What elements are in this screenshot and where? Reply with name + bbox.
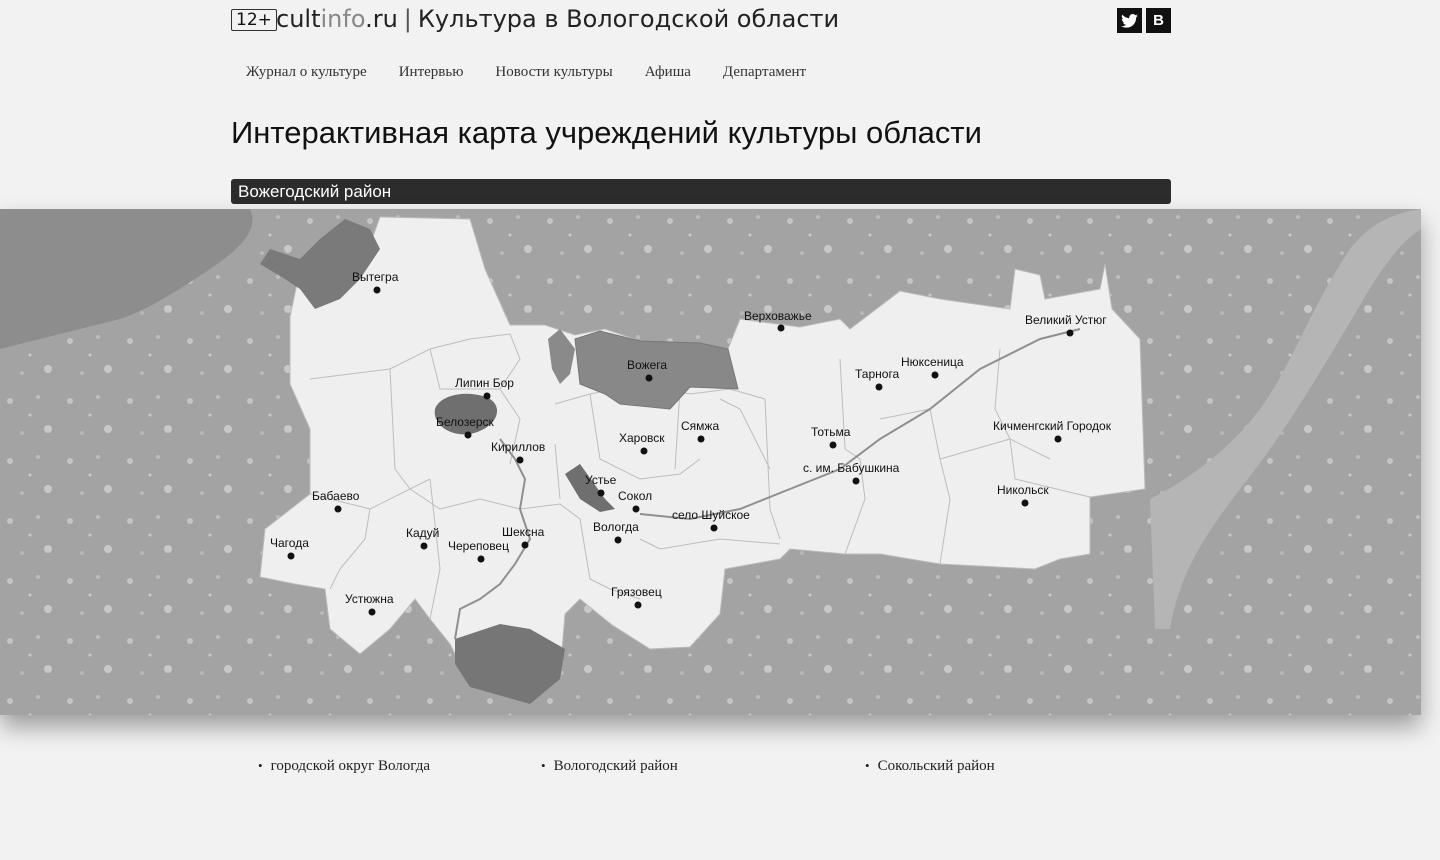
city-marker[interactable] <box>516 456 524 464</box>
city-marker[interactable] <box>1021 499 1029 507</box>
city-marker[interactable] <box>697 435 705 443</box>
city-label: Верховажье <box>744 309 812 323</box>
city-label: Харовск <box>619 431 665 445</box>
city-marker[interactable] <box>483 392 491 400</box>
nav-item-department[interactable]: Департамент <box>723 64 806 88</box>
site-header: 12+ cultinfo.ru | Культура в Вологодской о… <box>231 0 1171 40</box>
city-label: Череповец <box>448 539 509 553</box>
city-marker[interactable] <box>777 324 785 332</box>
city-label: Нюксеница <box>901 355 964 369</box>
list-item-sokolsky[interactable]: Сокольский район <box>865 758 995 775</box>
city-marker[interactable] <box>477 555 485 563</box>
city-label: Белозерск <box>436 415 495 429</box>
city-label: Вологда <box>593 520 639 534</box>
city-label: село Шуйское <box>672 508 750 522</box>
city-label: Великий Устюг <box>1025 313 1107 327</box>
city-marker[interactable] <box>852 477 860 485</box>
city-marker[interactable] <box>614 536 622 544</box>
city-marker[interactable] <box>875 383 883 391</box>
city-label: Грязовец <box>611 585 662 599</box>
city-label: Устюжна <box>345 592 394 606</box>
city-label: Тотьма <box>811 425 851 439</box>
city-label: Бабаево <box>312 489 360 503</box>
city-label: Никольск <box>997 483 1049 497</box>
logo-light: info <box>320 5 366 33</box>
selected-district-bar: Вожегодский район <box>231 179 1171 204</box>
site-title: Культура в Вологодской области <box>417 5 840 33</box>
city-marker[interactable] <box>521 541 529 549</box>
city-marker[interactable] <box>287 552 295 560</box>
list-item-vologodsky[interactable]: Вологодский район <box>541 758 678 775</box>
nav-item-news[interactable]: Новости культуры <box>495 64 612 88</box>
list-item-vologda-city[interactable]: городской округ Вологда <box>258 758 430 775</box>
city-label: с. им. Бабушкина <box>803 461 900 475</box>
age-rating-badge: 12+ <box>231 9 277 31</box>
city-marker[interactable] <box>710 524 718 532</box>
city-marker[interactable] <box>464 431 472 439</box>
city-label: Вожега <box>627 358 667 372</box>
city-marker[interactable] <box>420 542 428 550</box>
city-marker[interactable] <box>597 489 605 497</box>
nav-item-afisha[interactable]: Афиша <box>645 64 691 88</box>
main-nav: Журнал о культуре Интервью Новости культ… <box>231 64 1171 88</box>
city-label: Устье <box>585 473 617 487</box>
city-label: Сямжа <box>681 419 719 433</box>
city-label: Сокол <box>618 489 652 503</box>
city-marker[interactable] <box>368 608 376 616</box>
city-marker[interactable] <box>1054 435 1062 443</box>
page-title: Интерактивная карта учреждений культуры … <box>231 115 982 150</box>
city-marker[interactable] <box>645 374 653 382</box>
city-marker[interactable] <box>632 505 640 513</box>
interactive-map[interactable]: Вытегра Верховажье Великий Устюг Вожега Липи… <box>0 209 1421 715</box>
city-marker[interactable] <box>373 286 381 294</box>
twitter-icon[interactable] <box>1117 8 1142 33</box>
logo-tld: .ru <box>365 5 398 33</box>
social-links: B <box>1117 8 1171 33</box>
city-marker[interactable] <box>634 601 642 609</box>
city-label: Кичменгский Городок <box>993 419 1112 433</box>
nav-item-interview[interactable]: Интервью <box>399 64 464 88</box>
vk-icon[interactable]: B <box>1146 8 1171 33</box>
city-label: Чагода <box>270 536 309 550</box>
district-list: городской округ Вологда Вологодский райо… <box>0 752 1440 782</box>
nav-item-journal[interactable]: Журнал о культуре <box>246 64 367 88</box>
site-logo[interactable]: cultinfo.ru | Культура в Вологодской облас… <box>276 4 839 34</box>
city-label: Тарнога <box>855 367 900 381</box>
city-label: Шексна <box>502 525 545 539</box>
logo-main: cult <box>276 5 321 33</box>
city-marker[interactable] <box>1066 329 1074 337</box>
city-label: Кадуй <box>406 526 439 540</box>
logo-separator: | <box>403 5 412 33</box>
city-marker[interactable] <box>334 505 342 513</box>
city-label: Кириллов <box>491 440 545 454</box>
city-label: Липин Бор <box>455 376 514 390</box>
city-marker[interactable] <box>931 371 939 379</box>
city-label: Вытегра <box>352 270 399 284</box>
city-marker[interactable] <box>640 447 648 455</box>
city-marker[interactable] <box>829 441 837 449</box>
